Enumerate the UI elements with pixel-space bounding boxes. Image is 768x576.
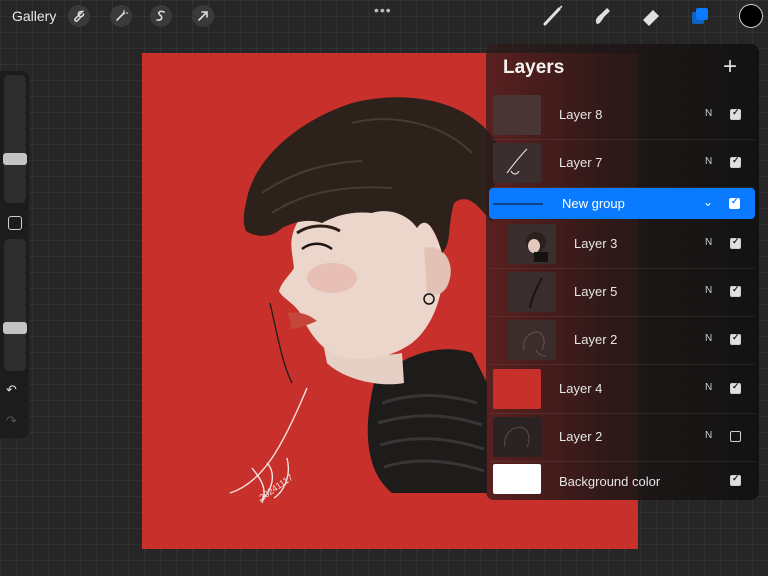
brush-size-handle[interactable]	[3, 153, 27, 165]
blend-mode[interactable]: N	[705, 285, 712, 296]
layer-thumbnail	[493, 143, 541, 183]
layer-name: Layer 7	[559, 155, 603, 170]
visibility-checkbox[interactable]	[730, 381, 741, 394]
layer-name: Layer 4	[559, 381, 603, 396]
smudge-icon[interactable]	[590, 4, 614, 28]
layer-thumbnail	[493, 95, 541, 135]
layer-group-row[interactable]: New group ⌄	[489, 188, 755, 219]
blend-mode[interactable]: N	[705, 237, 712, 248]
layers-panel-title: Layers	[503, 57, 565, 78]
wrench-icon[interactable]	[68, 5, 90, 27]
layer-group-name: New group	[562, 196, 625, 211]
layer-name: Layer 3	[574, 236, 618, 251]
brush-icon[interactable]	[541, 4, 565, 28]
more-options-dots[interactable]: •••	[374, 2, 392, 18]
visibility-checkbox[interactable]	[730, 155, 741, 168]
visibility-checkbox[interactable]	[730, 431, 741, 442]
layer-row[interactable]: Layer 8 N	[490, 92, 756, 140]
eraser-icon[interactable]	[639, 4, 663, 28]
layer-name: Layer 2	[559, 429, 603, 444]
visibility-checkbox[interactable]	[730, 332, 741, 345]
layer-name: Layer 2	[574, 332, 618, 347]
blend-mode[interactable]: N	[705, 108, 712, 119]
layer-thumbnail	[508, 224, 556, 264]
visibility-checkbox[interactable]	[730, 473, 741, 486]
add-layer-button[interactable]: +	[723, 53, 737, 81]
brush-size-slider[interactable]	[3, 75, 27, 203]
layer-row[interactable]: Layer 4 N	[490, 366, 756, 414]
layer-row[interactable]: Layer 3 N	[490, 221, 756, 269]
transform-arrow-icon[interactable]	[192, 5, 214, 27]
redo-button[interactable]: ↷	[6, 413, 17, 429]
selection-s-icon[interactable]	[150, 5, 172, 27]
layer-row[interactable]: Layer 5 N	[490, 269, 756, 317]
blend-mode[interactable]: N	[705, 382, 712, 393]
layer-thumbnail	[493, 417, 541, 457]
layer-row[interactable]: Layer 7 N	[490, 140, 756, 188]
visibility-checkbox[interactable]	[729, 196, 740, 209]
magic-wand-icon[interactable]	[110, 5, 132, 27]
undo-button[interactable]: ↶	[6, 382, 17, 398]
layer-row[interactable]: Layer 2 N	[490, 414, 756, 462]
layers-icon[interactable]	[688, 4, 712, 28]
visibility-checkbox[interactable]	[730, 236, 741, 249]
gallery-button[interactable]: Gallery	[12, 8, 56, 24]
blend-mode[interactable]: N	[705, 156, 712, 167]
group-indicator-line	[493, 203, 543, 205]
layer-thumbnail	[508, 272, 556, 312]
blend-mode[interactable]: N	[705, 430, 712, 441]
visibility-checkbox[interactable]	[730, 107, 741, 120]
layers-panel: Layers + Layer 8 N Layer 7 N Layer 3 N L…	[486, 44, 759, 500]
modify-button[interactable]	[8, 216, 22, 230]
layer-thumbnail	[493, 369, 541, 409]
top-toolbar: Gallery •••	[0, 0, 768, 32]
opacity-handle[interactable]	[3, 322, 27, 334]
chevron-down-icon[interactable]: ⌄	[703, 195, 713, 209]
layer-row[interactable]: Layer 2 N	[490, 317, 756, 365]
layer-name: Layer 8	[559, 107, 603, 122]
layer-thumbnail	[493, 464, 541, 494]
layer-thumbnail	[508, 320, 556, 360]
layer-name: Layer 5	[574, 284, 618, 299]
left-sidebar: ↶ ↷	[0, 71, 29, 438]
layer-name: Background color	[559, 474, 661, 489]
blend-mode[interactable]: N	[705, 333, 712, 344]
color-picker-swatch[interactable]	[739, 4, 763, 28]
visibility-checkbox[interactable]	[730, 284, 741, 297]
opacity-slider[interactable]	[3, 239, 27, 371]
layer-row-background[interactable]: Background color	[490, 458, 756, 498]
